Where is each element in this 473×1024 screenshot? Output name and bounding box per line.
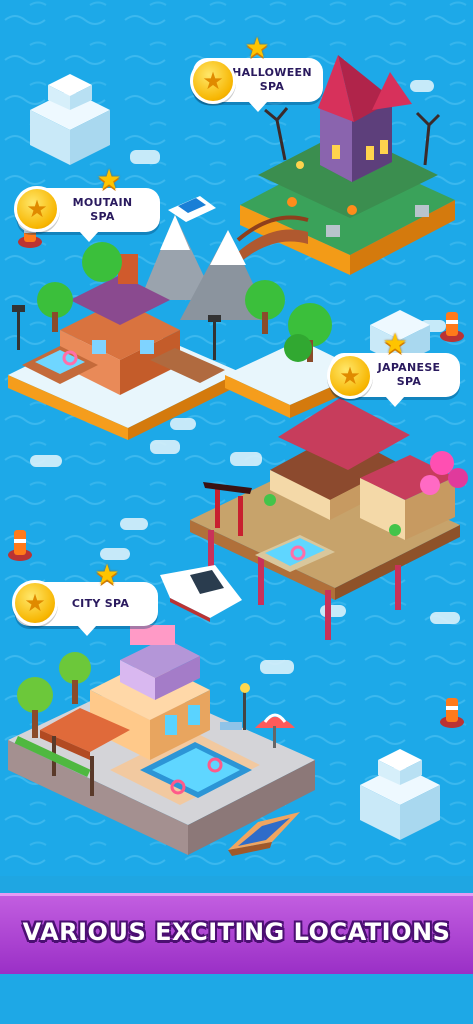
star-coin-icon: ★	[327, 353, 373, 399]
star-coin-icon: ★	[190, 58, 236, 104]
star-coin-icon: ★	[12, 580, 58, 626]
star-coin-icon: ★	[14, 186, 60, 232]
star-icon: ★	[382, 327, 408, 360]
map-scene	[0, 0, 473, 1024]
location-name: HALLOWEEN SPA	[232, 66, 312, 93]
banner-title: VARIOUS EXCITING LOCATIONS	[22, 918, 451, 946]
ocean-bottom	[0, 974, 473, 1024]
star-icon: ★	[96, 163, 122, 196]
location-name: JAPANESE SPA	[377, 361, 441, 388]
star-icon: ★	[94, 558, 120, 591]
star-icon: ★	[244, 31, 270, 64]
